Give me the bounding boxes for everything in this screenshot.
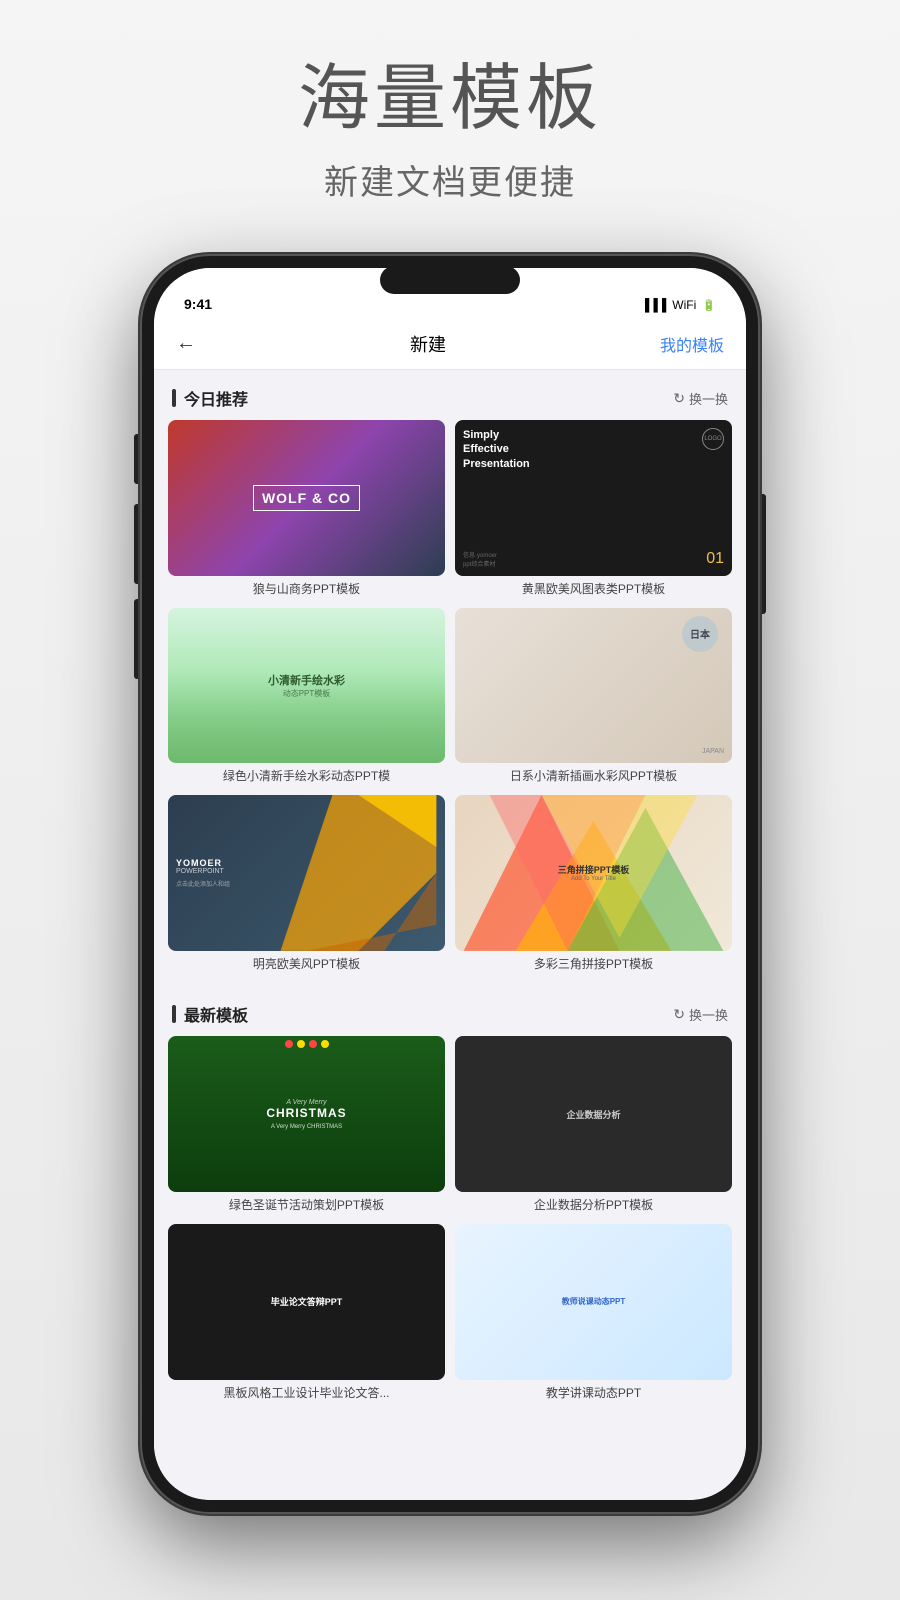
phone-mockup: 9:41 ▐▐▐ WiFi 🔋 ← 新建 我的模板 — [140, 254, 760, 1514]
template-label-yomoer: 明亮欧美风PPT模板 — [168, 957, 445, 973]
nav-title: 新建 — [410, 331, 446, 357]
wifi-icon: WiFi — [672, 298, 696, 312]
page-title-main: 海量模板 — [298, 60, 602, 139]
template-item-teacher[interactable]: 教师说课动态PPT 教学讲课动态PPT — [455, 1224, 732, 1401]
page-header: 海量模板 新建文档更便捷 — [298, 60, 602, 204]
template-label-watercolor-green: 绿色小清新手绘水彩动态PPT模 — [168, 769, 445, 785]
template-label-christmas: 绿色圣诞节活动策划PPT模板 — [168, 1198, 445, 1214]
template-label-triangle: 多彩三角拼接PPT模板 — [455, 957, 732, 973]
page-title-sub: 新建文档更便捷 — [298, 155, 602, 204]
template-thumb-wolf-co: WOLF & CO — [168, 420, 445, 576]
template-item-simply-effective[interactable]: SimplyEffectivePresentation LOGO 信息·yomo… — [455, 420, 732, 597]
template-thumb-teacher: 教师说课动态PPT — [455, 1224, 732, 1380]
today-recommend-grid: WOLF & CO 狼与山商务PPT模板 SimplyEffectivePres… — [154, 420, 746, 972]
phone-frame: 9:41 ▐▐▐ WiFi 🔋 ← 新建 我的模板 — [140, 254, 760, 1514]
japan-circle-decoration: 日本 — [682, 616, 718, 652]
simply-logo: LOGO — [702, 428, 724, 450]
section-gap — [154, 972, 746, 986]
template-item-enterprise[interactable]: 企业数据分析 企业数据分析PPT模板 — [455, 1036, 732, 1213]
template-thumb-simply-effective: SimplyEffectivePresentation LOGO 信息·yomo… — [455, 420, 732, 576]
latest-refresh-button[interactable]: ↻ 换一换 — [673, 1005, 728, 1024]
simply-number: 01 — [706, 550, 724, 568]
template-item-wolf-co[interactable]: WOLF & CO 狼与山商务PPT模板 — [168, 420, 445, 597]
christmas-sub-line: A Very Merry — [266, 1099, 346, 1106]
refresh-icon: ↻ — [673, 390, 685, 407]
yomoer-brand-text: YOMOER — [176, 858, 437, 868]
enterprise-text: 企业数据分析 — [566, 1108, 620, 1121]
christmas-text-block: A Very Merry CHRISTMAS A Very Merry CHRI… — [266, 1099, 346, 1130]
template-thumb-yomoer: YOMOER POWERPOINT 点击此处添加人和组 — [168, 795, 445, 951]
template-item-japan[interactable]: 日本 JAPAN 日系小清新插画水彩风PPT模板 — [455, 608, 732, 785]
template-scroll-area[interactable]: 今日推荐 ↻ 换一换 WOLF & CO — [154, 370, 746, 1500]
template-item-watercolor-green[interactable]: 小清新手绘水彩 动态PPT模板 绿色小清新手绘水彩动态PPT模 — [168, 608, 445, 785]
app-content: 9:41 ▐▐▐ WiFi 🔋 ← 新建 我的模板 — [154, 268, 746, 1500]
yomoer-sub-text: POWERPOINT — [176, 868, 437, 875]
simply-content: SimplyEffectivePresentation LOGO — [463, 428, 724, 471]
phone-power-button — [760, 494, 766, 614]
graduation-title-text: 毕业论文答辩PPT — [271, 1295, 343, 1308]
latest-title: 最新模板 — [184, 1002, 248, 1026]
christmas-ball-yellow — [297, 1040, 305, 1048]
template-thumb-watercolor-green: 小清新手绘水彩 动态PPT模板 — [168, 608, 445, 764]
latest-title-wrap: 最新模板 — [172, 1002, 248, 1026]
template-thumb-graduation: 毕业论文答辩PPT — [168, 1224, 445, 1380]
template-item-graduation[interactable]: 毕业论文答辩PPT 黑板风格工业设计毕业论文答... — [168, 1224, 445, 1401]
status-icons: ▐▐▐ WiFi 🔋 — [641, 298, 716, 312]
template-label-simply-effective: 黄黑欧美风图表类PPT模板 — [455, 582, 732, 598]
signal-icon: ▐▐▐ — [641, 298, 667, 312]
template-label-teacher: 教学讲课动态PPT — [455, 1386, 732, 1402]
template-thumb-christmas: A Very Merry CHRISTMAS A Very Merry CHRI… — [168, 1036, 445, 1192]
template-label-japan: 日系小清新插画水彩风PPT模板 — [455, 769, 732, 785]
template-thumb-triangle: 三角拼接PPT模板 Add To Your Title — [455, 795, 732, 951]
status-time: 9:41 — [184, 296, 212, 312]
christmas-decoration — [168, 1040, 445, 1048]
template-item-christmas[interactable]: A Very Merry CHRISTMAS A Very Merry CHRI… — [168, 1036, 445, 1213]
latest-grid: A Very Merry CHRISTMAS A Very Merry CHRI… — [154, 1036, 746, 1401]
template-label-enterprise: 企业数据分析PPT模板 — [455, 1198, 732, 1214]
template-item-triangle[interactable]: 三角拼接PPT模板 Add To Your Title 多彩三角拼接PPT模板 — [455, 795, 732, 972]
section-bar-icon — [172, 389, 176, 407]
template-thumb-enterprise: 企业数据分析 — [455, 1036, 732, 1192]
back-button[interactable]: ← — [176, 332, 196, 355]
today-recommend-refresh-button[interactable]: ↻ 换一换 — [673, 389, 728, 408]
today-recommend-section-header: 今日推荐 ↻ 换一换 — [154, 370, 746, 420]
phone-notch — [380, 266, 520, 294]
japan-label-text: JAPAN — [702, 748, 724, 755]
today-recommend-action-label: 换一换 — [689, 389, 728, 408]
watercolor-main-text: 小清新手绘水彩 — [268, 672, 345, 688]
christmas-subtitle-text: A Very Merry CHRISTMAS — [266, 1124, 346, 1130]
japan-kanji-text: 日本 — [690, 626, 710, 641]
yomoer-text-block: YOMOER POWERPOINT 点击此处添加人和组 — [176, 858, 437, 888]
christmas-ball-red — [285, 1040, 293, 1048]
latest-action-label: 换一换 — [689, 1005, 728, 1024]
watercolor-text-center: 小清新手绘水彩 动态PPT模板 — [268, 672, 345, 699]
simply-small-text: 信息·yomoerppt综合素材 — [463, 550, 497, 568]
watercolor-sub-text: 动态PPT模板 — [268, 688, 345, 699]
latest-section-header: 最新模板 ↻ 换一换 — [154, 986, 746, 1036]
my-templates-button[interactable]: 我的模板 — [660, 332, 724, 356]
christmas-ball-yellow2 — [321, 1040, 329, 1048]
triangle-text: 三角拼接PPT模板 Add To Your Title — [558, 863, 630, 882]
christmas-ball-red2 — [309, 1040, 317, 1048]
latest-refresh-icon: ↻ — [673, 1006, 685, 1023]
yomoer-tagline: 点击此处添加人和组 — [176, 879, 437, 888]
template-thumb-japan: 日本 JAPAN — [455, 608, 732, 764]
wolf-co-text: WOLF & CO — [253, 485, 360, 511]
battery-icon: 🔋 — [702, 299, 716, 312]
today-recommend-title: 今日推荐 — [184, 386, 248, 410]
simply-bottom: 信息·yomoerppt综合素材 01 — [463, 550, 724, 568]
teacher-title-text: 教师说课动态PPT — [562, 1296, 626, 1307]
phone-screen: 9:41 ▐▐▐ WiFi 🔋 ← 新建 我的模板 — [154, 268, 746, 1500]
latest-section-bar-icon — [172, 1005, 176, 1023]
christmas-title-text: CHRISTMAS — [266, 1106, 346, 1120]
triangle-sub-text: Add To Your Title — [558, 876, 630, 882]
template-label-wolf-co: 狼与山商务PPT模板 — [168, 582, 445, 598]
triangle-main-text: 三角拼接PPT模板 — [558, 863, 630, 876]
enterprise-title-text: 企业数据分析 — [566, 1108, 620, 1121]
today-recommend-title-wrap: 今日推荐 — [172, 386, 248, 410]
template-item-yomoer[interactable]: YOMOER POWERPOINT 点击此处添加人和组 明亮欧美风PPT模板 — [168, 795, 445, 972]
template-label-graduation: 黑板风格工业设计毕业论文答... — [168, 1386, 445, 1402]
nav-bar: ← 新建 我的模板 — [154, 318, 746, 370]
simply-title-text: SimplyEffectivePresentation — [463, 428, 530, 471]
